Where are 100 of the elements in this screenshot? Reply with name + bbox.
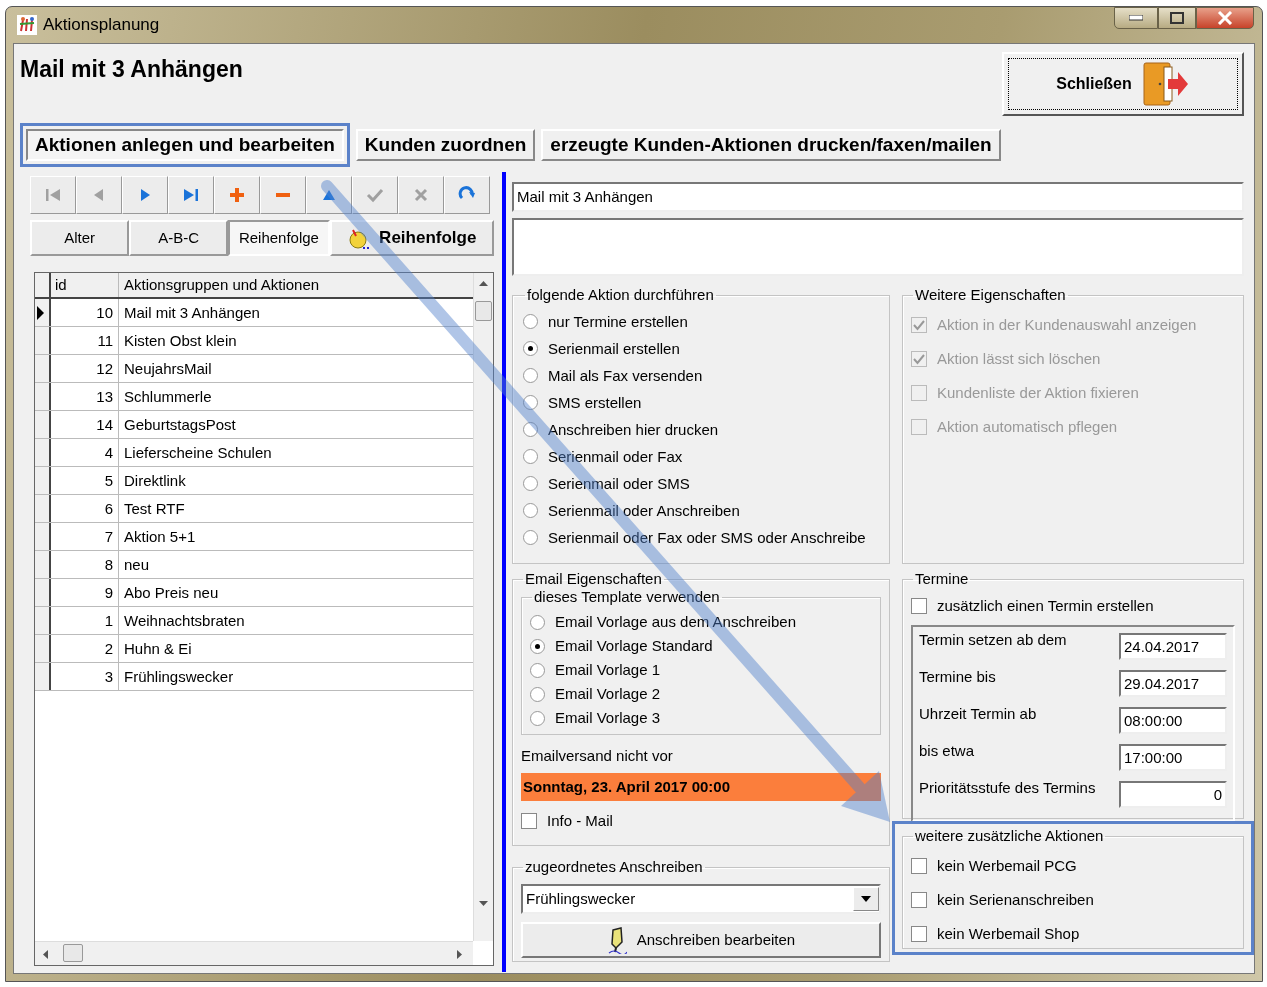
scroll-down-icon[interactable] <box>479 901 488 907</box>
radio-button[interactable] <box>523 395 538 410</box>
checkbox[interactable] <box>911 597 927 614</box>
option-label[interactable]: kein Werbemail PCG <box>937 857 1077 875</box>
radio-button[interactable] <box>530 614 545 630</box>
checkbox[interactable] <box>911 926 927 942</box>
sort-button[interactable]: Alter <box>30 220 130 256</box>
row-indicator[interactable] <box>35 579 51 606</box>
option-label[interactable]: Serienmail oder SMS <box>548 474 690 493</box>
row-indicator[interactable] <box>35 299 51 326</box>
radio-button[interactable] <box>523 530 538 545</box>
input-field[interactable]: 17:00:00 <box>1119 744 1227 771</box>
scroll-right-icon[interactable] <box>457 950 463 959</box>
row-indicator[interactable] <box>35 327 51 354</box>
checkbox[interactable] <box>911 892 927 908</box>
row-indicator[interactable] <box>35 663 51 690</box>
minimize-icon <box>1129 15 1143 21</box>
row-indicator[interactable] <box>35 551 51 578</box>
radio-button[interactable] <box>523 449 538 464</box>
toolbar-button[interactable] <box>444 176 490 214</box>
table-cell-text: neu <box>123 554 151 575</box>
checkbox[interactable] <box>521 812 537 829</box>
memo-field[interactable] <box>512 218 1244 276</box>
scroll-up-icon[interactable] <box>479 281 488 287</box>
input-field[interactable]: 29.04.2017 <box>1119 670 1227 697</box>
row-indicator[interactable] <box>35 607 51 634</box>
row-indicator[interactable] <box>35 495 51 522</box>
field-label: Termin setzen ab dem <box>919 631 1067 649</box>
radio-button[interactable] <box>523 368 538 383</box>
checkbox[interactable] <box>911 858 927 874</box>
sort-button[interactable]: A-B-C <box>129 220 229 256</box>
group-title: Weitere Eigenschaften <box>914 286 1067 304</box>
radio-button[interactable] <box>523 341 538 356</box>
input-field[interactable]: 24.04.2017 <box>1119 633 1227 660</box>
checkmark-icon <box>913 319 925 331</box>
minimize-button[interactable] <box>1114 7 1158 29</box>
tab[interactable]: Aktionen anlegen und bearbeiten <box>26 128 344 162</box>
close-button[interactable] <box>1196 7 1254 29</box>
toolbar-button[interactable] <box>168 176 214 214</box>
vertical-scrollbar[interactable] <box>473 273 493 941</box>
row-indicator[interactable] <box>35 355 51 382</box>
toolbar-button[interactable] <box>260 176 306 214</box>
tab[interactable]: erzeugte Kunden-Aktionen drucken/faxen/mailen <box>541 128 1001 162</box>
option-label[interactable]: Serienmail oder Fax oder SMS oder Anschreibe <box>548 528 866 547</box>
toolbar-button[interactable] <box>122 176 168 214</box>
option-label[interactable]: Anschreiben hier drucken <box>548 420 719 439</box>
scroll-thumb[interactable] <box>63 944 83 962</box>
row-indicator[interactable] <box>35 635 51 662</box>
sort-button[interactable]: Reihenfolge <box>329 220 494 256</box>
radio-button[interactable] <box>530 662 545 678</box>
name-field[interactable]: Mail mit 3 Anhängen <box>512 182 1244 212</box>
row-indicator[interactable] <box>35 439 51 466</box>
radio-button[interactable] <box>530 638 545 654</box>
current-row-icon <box>35 304 45 321</box>
option-label[interactable]: kein Serienanschreiben <box>937 891 1094 909</box>
option-label[interactable]: Email Vorlage Standard <box>555 637 713 655</box>
table-cell-text: Abo Preis neu <box>123 582 220 603</box>
date-field[interactable]: Sonntag, 23. April 2017 00:00 <box>521 773 881 801</box>
option-label[interactable]: kein Werbemail Shop <box>937 925 1080 943</box>
close-button[interactable]: Schließen <box>1002 52 1244 116</box>
sort-button[interactable]: Reihenfolge <box>228 220 330 256</box>
option-label[interactable]: Serienmail oder Anschreiben <box>548 501 740 520</box>
maximize-button[interactable] <box>1158 7 1196 29</box>
row-indicator[interactable] <box>35 411 51 438</box>
scroll-thumb[interactable] <box>475 301 492 321</box>
row-indicator[interactable] <box>35 467 51 494</box>
option-label[interactable]: Email Vorlage 1 <box>555 661 661 679</box>
toolbar-button[interactable] <box>214 176 260 214</box>
column-header[interactable]: id <box>51 273 119 297</box>
horizontal-scrollbar[interactable] <box>35 941 473 965</box>
option-label[interactable]: Serienmail erstellen <box>548 339 680 358</box>
input-field[interactable]: 0 <box>1119 781 1227 808</box>
option-label[interactable]: Mail als Fax versenden <box>548 366 703 385</box>
option-label[interactable]: Serienmail oder Fax <box>548 447 683 466</box>
table-cell-text: Kisten Obst klein <box>123 330 238 351</box>
radio-button[interactable] <box>530 686 545 702</box>
radio-button[interactable] <box>523 503 538 518</box>
radio-button[interactable] <box>523 422 538 437</box>
option-label[interactable]: Email Vorlage 3 <box>555 709 661 727</box>
option-label[interactable]: Email Vorlage 2 <box>555 685 661 703</box>
table-cell-text: Weihnachtsbraten <box>123 610 246 631</box>
option-label[interactable]: Info - Mail <box>547 811 613 830</box>
row-indicator[interactable] <box>35 523 51 550</box>
radio-button[interactable] <box>530 710 545 726</box>
radio-button[interactable] <box>523 476 538 491</box>
option-label[interactable]: SMS erstellen <box>548 393 642 412</box>
dropdown-field[interactable]: Frühlingswecker <box>521 884 881 914</box>
tab[interactable]: Kunden zuordnen <box>355 128 536 162</box>
option-label[interactable]: nur Termine erstellen <box>548 312 688 331</box>
option-label[interactable]: zusätzlich einen Termin erstellen <box>937 596 1154 615</box>
input-field[interactable]: 08:00:00 <box>1119 707 1227 734</box>
radio-button[interactable] <box>523 314 538 329</box>
option-label[interactable]: Email Vorlage aus dem Anschreiben <box>555 613 796 631</box>
row-indicator[interactable] <box>35 383 51 410</box>
toolbar-button[interactable] <box>306 176 352 214</box>
dropdown-button[interactable] <box>853 887 879 911</box>
scroll-left-icon[interactable] <box>43 950 49 959</box>
column-header[interactable]: Aktionsgruppen und Aktionen <box>119 273 473 297</box>
edit-letter-button[interactable]: Anschreiben bearbeiten <box>521 922 881 958</box>
table-cell-text: Huhn & Ei <box>123 638 193 659</box>
